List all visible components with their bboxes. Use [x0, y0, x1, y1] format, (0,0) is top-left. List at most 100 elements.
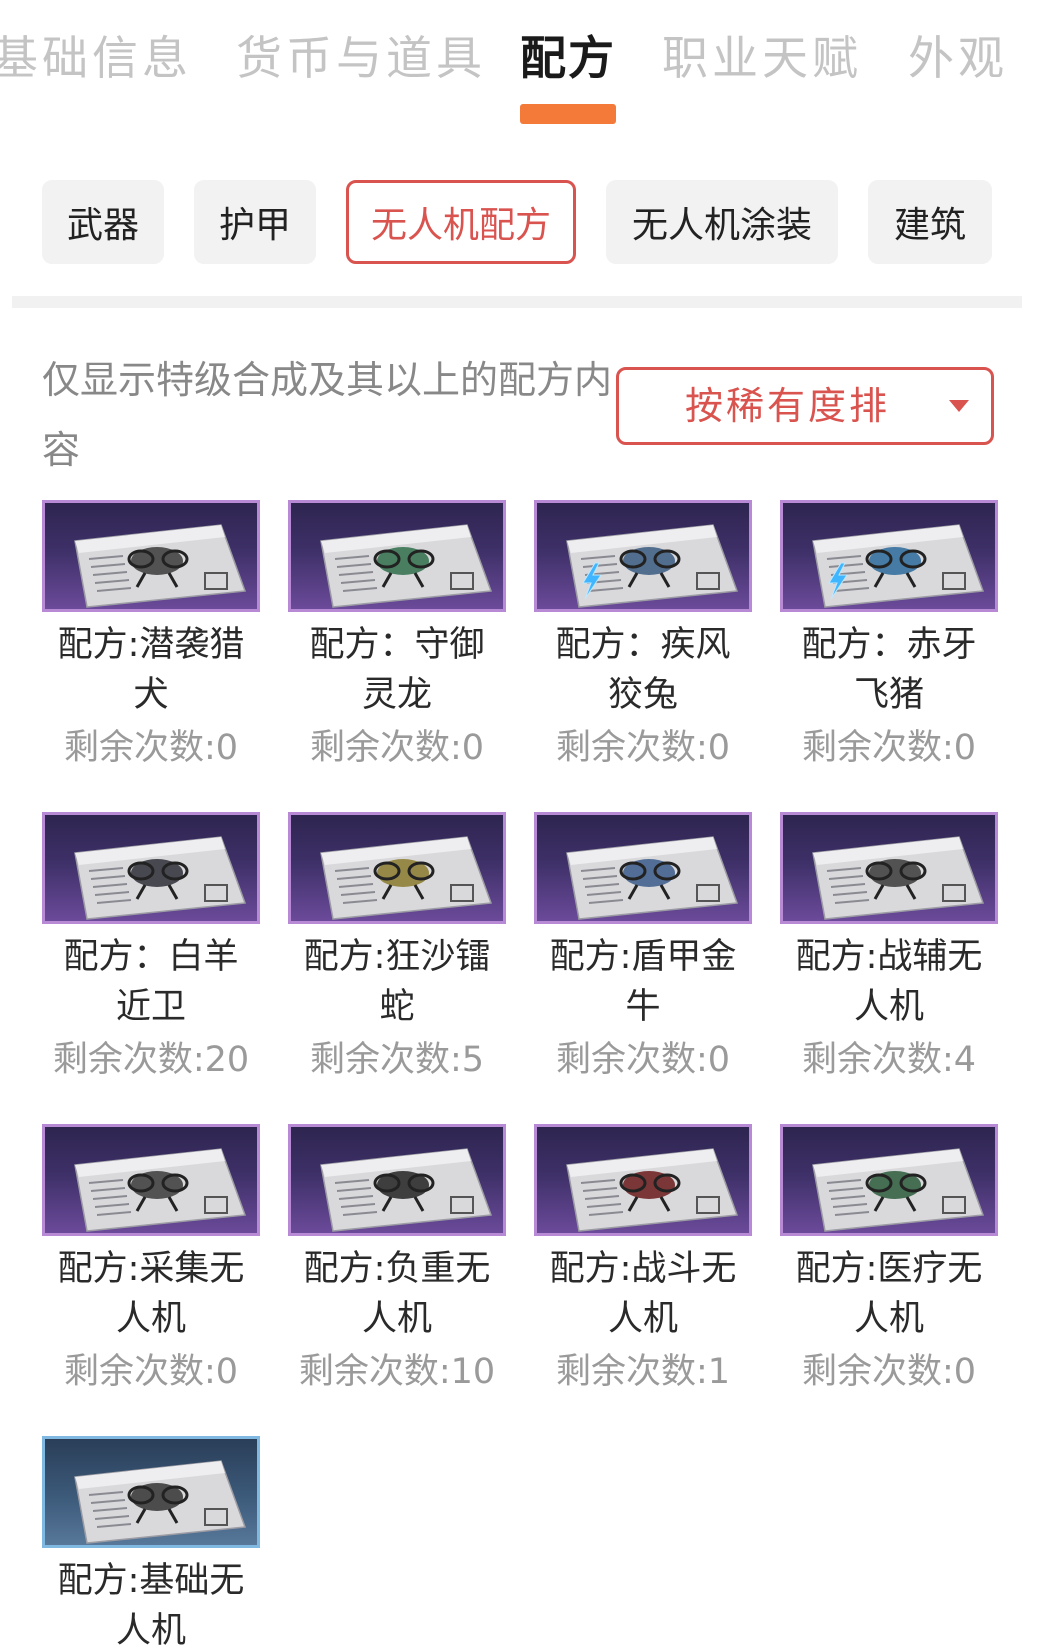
- recipe-remaining-count: 剩余次数:5: [309, 1040, 485, 1080]
- recipe-name-line1: 配方:医疗无: [795, 1249, 983, 1289]
- recipe-name: 配方:盾甲金牛: [534, 932, 752, 1032]
- recipe-name-line1: 配方:基础无: [57, 1561, 245, 1601]
- recipe-name: 配方:战斗无 人机: [534, 1244, 752, 1344]
- recipe-card[interactable]: 配方：守御 灵龙剩余次数:0: [288, 500, 506, 770]
- recipe-name-line1: 配方:战辅无: [795, 937, 983, 977]
- recipe-blueprint-icon: [566, 836, 739, 920]
- recipe-name: 配方:采集无 人机: [42, 1244, 260, 1344]
- top-tab-bar: 基础信息 货币与道具 配方 职业天赋 外观: [0, 0, 1057, 130]
- recipe-blueprint-icon: [74, 836, 247, 920]
- recipe-thumbnail: [288, 812, 506, 924]
- tab-appearance[interactable]: 外观: [908, 22, 1008, 88]
- recipe-name-line2: 灵龙: [361, 675, 432, 715]
- recipe-remaining-count: 剩余次数:4: [801, 1040, 977, 1080]
- recipe-blueprint-icon: [320, 524, 493, 608]
- recipe-blueprint-icon: [74, 524, 247, 608]
- recipe-name-line1: 配方:战斗无: [549, 1249, 737, 1289]
- recipe-thumbnail: [42, 1436, 260, 1548]
- recipe-card[interactable]: 配方：白羊近卫剩余次数:20: [42, 812, 260, 1082]
- recipe-name-line2: 飞猪: [853, 675, 924, 715]
- recipe-remaining-count: 剩余次数:0: [309, 728, 485, 768]
- recipe-name: 配方：守御 灵龙: [288, 620, 506, 720]
- recipe-name: 配方:基础无 人机: [42, 1556, 260, 1649]
- recipe-name: 配方:战辅无 人机: [780, 932, 998, 1032]
- recipe-remaining-count: 剩余次数:0: [63, 1352, 239, 1392]
- recipe-thumbnail: [780, 500, 998, 612]
- filter-notice: 仅显示特级合成及其以上的配方内容: [42, 358, 613, 472]
- category-chip-bar: 武器 护甲 无人机配方 无人机涂装 建筑: [0, 180, 1057, 264]
- recipe-card[interactable]: 配方：疾风狡兔剩余次数:0: [534, 500, 752, 770]
- recipe-blueprint-icon: [74, 1460, 247, 1544]
- recipe-card[interactable]: 配方:潜袭猎犬剩余次数:0: [42, 500, 260, 770]
- recipe-name-line2: 牛: [625, 987, 661, 1027]
- recipe-name-line2: 人机: [607, 1299, 678, 1339]
- caret-down-icon: [949, 400, 969, 412]
- recipe-card[interactable]: 配方:基础无 人机: [42, 1436, 260, 1649]
- recipe-name: 配方：白羊近卫: [42, 932, 260, 1032]
- chip-buildings[interactable]: 建筑: [868, 180, 992, 264]
- recipe-thumbnail: [288, 1124, 506, 1236]
- recipe-name-line1: 配方:负重无: [303, 1249, 491, 1289]
- tab-class-talents[interactable]: 职业天赋: [662, 22, 862, 88]
- recipe-blueprint-icon: [74, 1148, 247, 1232]
- recipe-name-line1: 配方:狂沙镭: [303, 937, 491, 977]
- recipe-name-line2: 人机: [115, 1299, 186, 1339]
- chip-weapons[interactable]: 武器: [42, 180, 164, 264]
- recipe-card[interactable]: 配方:负重无 人机剩余次数:10: [288, 1124, 506, 1394]
- recipe-card[interactable]: 配方:狂沙镭蛇剩余次数:5: [288, 812, 506, 1082]
- recipe-card[interactable]: 配方:盾甲金牛剩余次数:0: [534, 812, 752, 1082]
- recipe-name-line1: 配方:采集无: [57, 1249, 245, 1289]
- recipe-name-line1: 配方：赤牙: [801, 625, 977, 665]
- recipe-remaining-count: 剩余次数:10: [298, 1352, 496, 1392]
- tab-basic-info[interactable]: 基础信息: [0, 22, 192, 88]
- recipe-name: 配方:狂沙镭蛇: [288, 932, 506, 1032]
- sort-dropdown[interactable]: 按稀有度排: [616, 367, 994, 445]
- recipe-blueprint-icon: [812, 836, 985, 920]
- recipe-card[interactable]: 配方:采集无 人机剩余次数:0: [42, 1124, 260, 1394]
- recipe-name-line1: 配方：疾风: [555, 625, 731, 665]
- recipe-card[interactable]: 配方:医疗无 人机剩余次数:0: [780, 1124, 998, 1394]
- tab-recipes[interactable]: 配方: [520, 22, 616, 88]
- recipe-blueprint-icon: [566, 524, 739, 608]
- recipe-name-line2: 人机: [853, 987, 924, 1027]
- recipe-card[interactable]: 配方:战辅无 人机剩余次数:4: [780, 812, 998, 1082]
- chip-armor[interactable]: 护甲: [194, 180, 316, 264]
- recipe-remaining-count: 剩余次数:20: [52, 1040, 250, 1080]
- tab-currency-items[interactable]: 货币与道具: [236, 22, 486, 88]
- recipe-remaining-count: 剩余次数:0: [555, 728, 731, 768]
- recipe-name: 配方:潜袭猎犬: [42, 620, 260, 720]
- recipe-thumbnail: [780, 812, 998, 924]
- recipe-remaining-count: 剩余次数:0: [555, 1040, 731, 1080]
- recipe-card[interactable]: 配方：赤牙飞猪剩余次数:0: [780, 500, 998, 770]
- recipe-thumbnail: [42, 1124, 260, 1236]
- recipe-name-line2: 近卫: [115, 987, 186, 1027]
- recipe-name-line2: 人机: [853, 1299, 924, 1339]
- chip-drone-recipes[interactable]: 无人机配方: [346, 180, 576, 264]
- recipe-thumbnail: [534, 500, 752, 612]
- recipe-remaining-count: 剩余次数:0: [801, 728, 977, 768]
- recipe-card[interactable]: 配方:战斗无 人机 剩余次数:1: [534, 1124, 752, 1394]
- recipe-name-line1: 配方：白羊: [63, 937, 239, 977]
- chip-drone-skins[interactable]: 无人机涂装: [606, 180, 838, 264]
- recipe-remaining-count: 剩余次数:0: [801, 1352, 977, 1392]
- recipe-thumbnail: [42, 500, 260, 612]
- recipe-name-line2: 犬: [133, 675, 169, 715]
- recipe-name-line2: 狡兔: [607, 675, 678, 715]
- active-tab-indicator: [520, 104, 616, 124]
- recipe-name: 配方:负重无 人机: [288, 1244, 506, 1344]
- recipe-name: 配方：疾风狡兔: [534, 620, 752, 720]
- recipe-thumbnail: [534, 1124, 752, 1236]
- recipe-thumbnail: [534, 812, 752, 924]
- recipe-blueprint-icon: [812, 1148, 985, 1232]
- recipe-name-line2: 人机: [361, 1299, 432, 1339]
- sort-dropdown-label: 按稀有度排: [685, 384, 891, 428]
- recipe-blueprint-icon: [566, 1148, 739, 1232]
- recipe-remaining-count: 剩余次数:0: [63, 728, 239, 768]
- recipe-name-line2: 蛇: [379, 987, 415, 1027]
- recipe-name: 配方:医疗无 人机: [780, 1244, 998, 1344]
- recipe-blueprint-icon: [812, 524, 985, 608]
- recipe-name-line1: 配方:潜袭猎: [57, 625, 245, 665]
- recipe-name-line1: 配方:盾甲金: [549, 937, 737, 977]
- recipe-name: 配方：赤牙飞猪: [780, 620, 998, 720]
- recipe-blueprint-icon: [320, 836, 493, 920]
